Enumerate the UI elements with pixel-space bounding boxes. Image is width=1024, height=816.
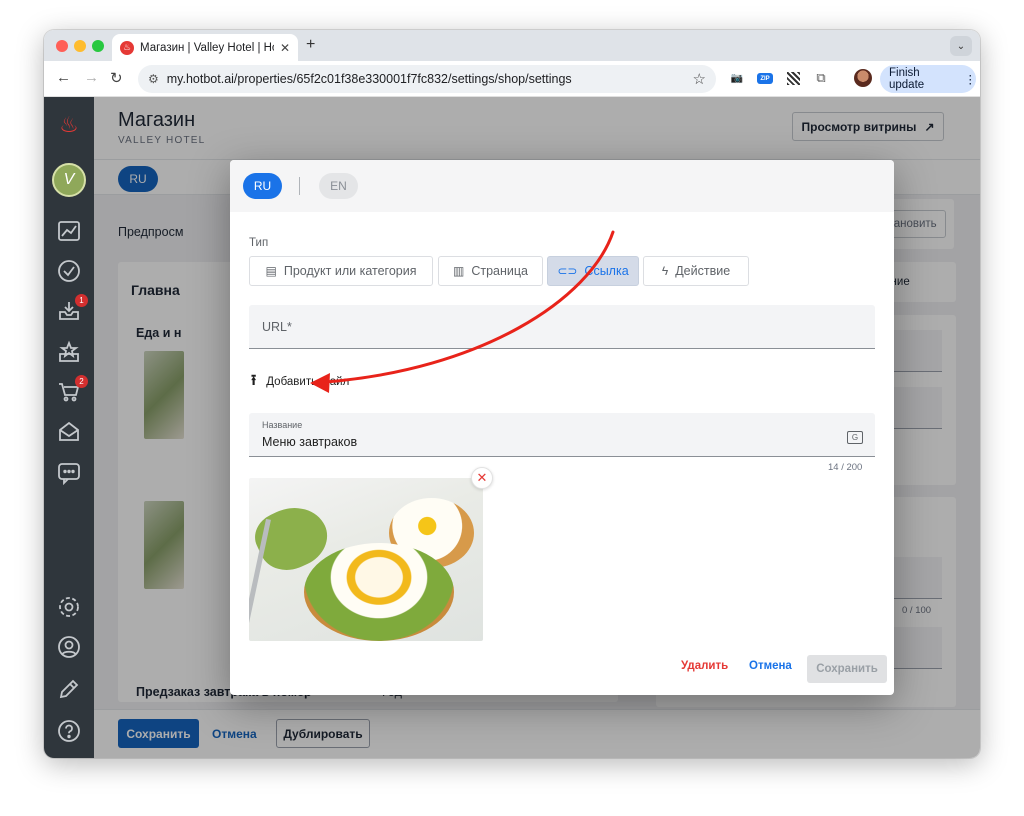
browser-toolbar: ← → ↻ ⚙ my.hotbot.ai/properties/65f2c01f…	[44, 61, 980, 97]
account-icon[interactable]	[55, 633, 83, 661]
extensions-puzzle-icon[interactable]: ⧉	[813, 70, 829, 86]
lang-divider	[299, 177, 300, 195]
modal-cancel-button[interactable]: Отмена	[749, 660, 792, 672]
url-text: my.hotbot.ai/properties/65f2c01f38e33000…	[166, 72, 572, 86]
name-label: Название	[262, 420, 303, 430]
cart-badge: 2	[75, 375, 88, 388]
link-item-modal: RU EN Тип ▤ Продукт или категория ▥ Стра…	[230, 160, 894, 695]
type-page-button[interactable]: ▥ Страница	[438, 256, 543, 286]
type-link-button[interactable]: ⊂⊃ Ссылка	[547, 256, 639, 286]
property-avatar[interactable]: V	[52, 163, 86, 197]
app: ♨ V 1 2 Магазин VALLEY HOTEL Просмотр ви…	[44, 97, 980, 758]
modal-lang-bar: RU EN	[230, 160, 894, 212]
site-settings-icon[interactable]: ⚙	[148, 72, 159, 86]
qr-extension-icon[interactable]	[787, 72, 800, 85]
browser-window: ♨ Магазин | Valley Hotel | Hotbot ✕ + ⌄ …	[44, 30, 980, 758]
bookmark-star-icon[interactable]: ☆	[693, 70, 706, 88]
bolt-icon: ϟ	[661, 264, 669, 278]
zip-extension-icon[interactable]: ZIP	[757, 73, 773, 84]
name-field[interactable]: Название Меню завтраков G	[249, 413, 875, 457]
tab-search-icon[interactable]: ⌄	[950, 36, 972, 56]
hotbot-favicon-icon: ♨	[120, 40, 134, 55]
type-page-label: Страница	[471, 264, 528, 278]
page-icon: ▥	[453, 264, 465, 278]
tasks-check-icon[interactable]	[55, 257, 83, 285]
type-action-button[interactable]: ϟ Действие	[643, 256, 749, 286]
finish-update-button[interactable]: Finish update ⋮	[880, 65, 976, 93]
camera-extension-icon[interactable]: 📷	[729, 70, 745, 86]
forward-icon[interactable]: →	[84, 69, 99, 86]
name-value: Меню завтраков	[262, 435, 358, 449]
add-file-button[interactable]: ⭱ Добавить файл	[251, 372, 349, 392]
settings-gear-icon[interactable]	[55, 593, 83, 621]
modal-save-button[interactable]: Сохранить	[807, 655, 887, 683]
tab-close-icon[interactable]: ✕	[280, 41, 290, 55]
link-icon: ⊂⊃	[557, 264, 578, 278]
inbox-badge: 1	[75, 294, 88, 307]
sidebar: ♨ V 1 2	[44, 97, 94, 758]
reviews-star-icon[interactable]	[55, 338, 83, 366]
close-window-button[interactable]	[56, 40, 68, 52]
browser-tab[interactable]: ♨ Магазин | Valley Hotel | Hotbot ✕	[112, 34, 298, 61]
type-label: Тип	[249, 237, 269, 249]
profile-avatar[interactable]	[854, 69, 872, 87]
address-bar[interactable]: ⚙ my.hotbot.ai/properties/65f2c01f38e330…	[138, 65, 716, 93]
reload-icon[interactable]: ↻	[110, 69, 123, 87]
add-file-label: Добавить файл	[266, 376, 350, 388]
pencil-icon[interactable]	[55, 675, 83, 703]
modal-lang-ru[interactable]: RU	[243, 173, 282, 199]
translate-icon[interactable]: G	[847, 431, 863, 444]
url-field[interactable]: URL*	[249, 305, 875, 349]
type-link-label: Ссылка	[584, 264, 629, 278]
mail-icon[interactable]	[55, 418, 83, 446]
back-icon[interactable]: ←	[56, 69, 71, 86]
finish-update-label: Finish update	[889, 67, 925, 91]
hotbot-logo-icon[interactable]: ♨	[55, 111, 83, 139]
chat-icon[interactable]	[55, 459, 83, 487]
tab-title: Магазин | Valley Hotel | Hotbot	[140, 41, 274, 54]
main-content: Магазин VALLEY HOTEL Просмотр витрины ↗ …	[94, 97, 980, 758]
poached-egg-toast	[304, 543, 454, 641]
name-char-counter: 14 / 200	[828, 462, 863, 473]
type-product-button[interactable]: ▤ Продукт или категория	[249, 256, 433, 286]
url-placeholder: URL*	[262, 320, 292, 334]
modal-delete-button[interactable]: Удалить	[681, 660, 728, 672]
type-action-label: Действие	[675, 264, 731, 278]
type-product-label: Продукт или категория	[283, 264, 417, 278]
tab-strip: ♨ Магазин | Valley Hotel | Hotbot ✕ + ⌄	[44, 30, 980, 61]
kebab-menu-icon: ⋮	[964, 74, 977, 86]
modal-lang-en[interactable]: EN	[319, 173, 358, 199]
minimize-window-button[interactable]	[74, 40, 86, 52]
maximize-window-button[interactable]	[92, 40, 104, 52]
uploaded-image	[249, 478, 483, 641]
store-icon: ▤	[265, 264, 277, 278]
new-tab-icon[interactable]: +	[306, 36, 315, 54]
analytics-icon[interactable]	[55, 217, 83, 245]
upload-icon: ⭱	[251, 371, 257, 389]
help-icon[interactable]	[55, 717, 83, 745]
remove-image-button[interactable]: ✕	[471, 467, 493, 489]
